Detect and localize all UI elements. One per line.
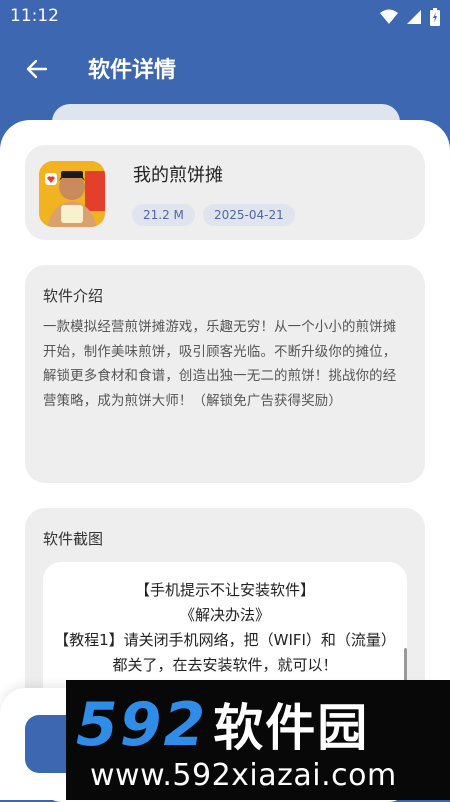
size-badge: 21.2 M [132, 204, 195, 226]
app-bar: 软件详情 [0, 34, 450, 104]
screenshots-title: 软件截图 [43, 530, 104, 548]
back-arrow-icon [26, 59, 48, 79]
watermark-brand: 592 软件园 [76, 688, 369, 760]
wifi-icon [380, 9, 398, 24]
tip-line: 【教程1】请关闭手机网络，把（WIFI）和（流量）都关了，在去安装软件，就可以！ [54, 631, 396, 674]
tip-line: 【手机提示不让安装软件】 [134, 581, 315, 599]
app-info-card: 我的煎饼摊 21.2 M 2025-04-21 [25, 145, 425, 240]
status-time: 11:12 [10, 6, 59, 26]
tip-line: 《解决办法》 [179, 606, 270, 624]
watermark-url: www.592xiazai.com [90, 758, 397, 793]
date-badge: 2025-04-21 [203, 204, 295, 226]
page-title: 软件详情 [88, 58, 177, 83]
back-button[interactable] [20, 52, 54, 86]
signal-icon [407, 10, 421, 24]
app-name: 我的煎饼摊 [133, 165, 223, 186]
intro-text: 一款模拟经营煎饼摊游戏，乐趣无穷！从一个小小的煎饼摊开始，制作美味煎饼，吸引顾客… [43, 320, 397, 409]
watermark-logo: 592 软件园 www.592xiazai.com [66, 680, 450, 800]
intro-card: 软件介绍 一款模拟经营煎饼摊游戏，乐趣无穷！从一个小小的煎饼摊开始，制作美味煎饼… [25, 265, 425, 483]
status-icons [380, 8, 440, 26]
app-icon [39, 161, 105, 227]
watermark-number: 592 [76, 690, 208, 760]
watermark-brand-text: 软件园 [213, 699, 370, 757]
status-bar: 11:12 [0, 0, 450, 34]
intro-title: 软件介绍 [43, 287, 104, 305]
battery-icon [430, 8, 440, 26]
